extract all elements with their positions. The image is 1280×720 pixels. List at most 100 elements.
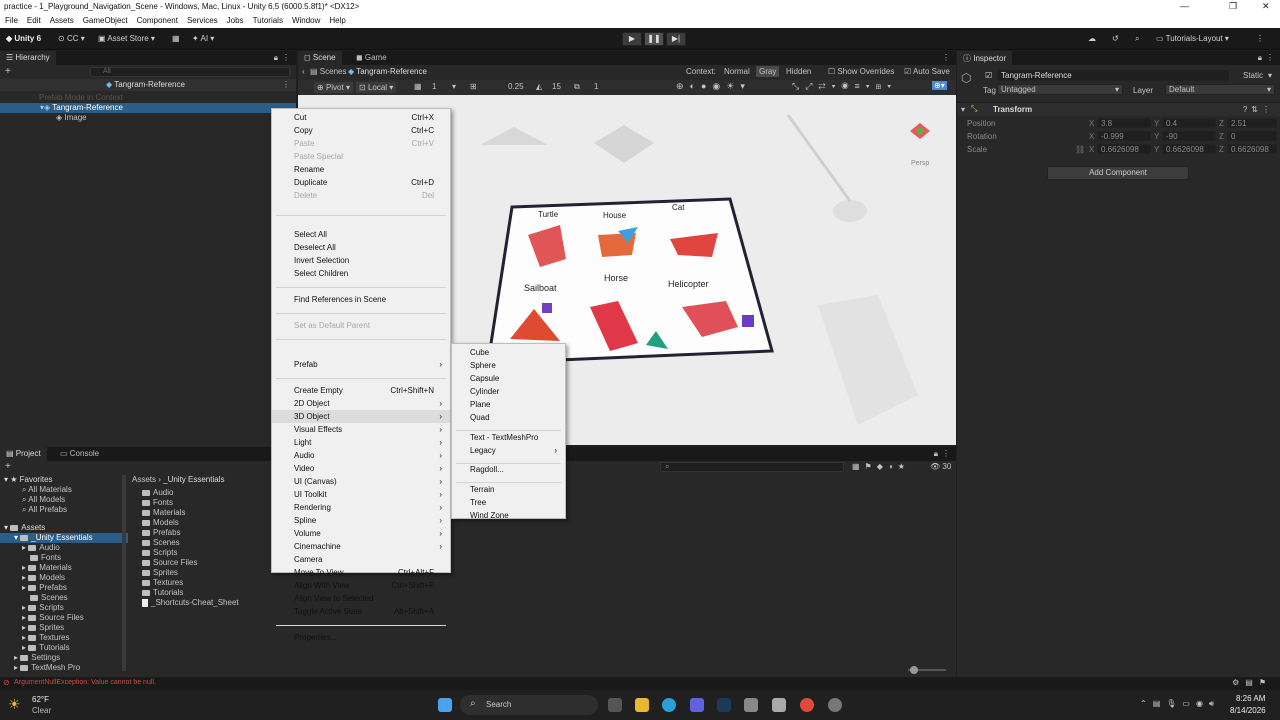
hierarchy-search-input[interactable]: All [90,67,290,77]
scale-y-field[interactable]: 0.6626098 [1162,144,1216,154]
play-button[interactable]: ▶ [622,32,642,46]
file-sprites[interactable]: Sprites [142,568,178,578]
maximize-button[interactable]: ❐ [1229,1,1237,12]
scale-x-field[interactable]: 0.6626098 [1097,144,1151,154]
menu-item-duplicate[interactable]: Duplicate Ctrl+D [272,176,450,189]
static-label[interactable]: Static [1243,71,1263,80]
edge-icon[interactable] [662,698,676,712]
link-icon[interactable]: ⛓ [1075,145,1085,154]
rotation-z-field[interactable]: 0 [1227,131,1277,141]
step-button[interactable]: ▶| [666,32,686,46]
tree-scrollbar[interactable] [122,475,126,671]
menu-item-2d-object[interactable]: 2D Object › [272,397,450,410]
breadcrumb-prefab[interactable]: ◆ Tangram-Reference [348,67,427,76]
tree-tutorials[interactable]: ▸ Tutorials [22,643,70,653]
panel-menu-icon[interactable]: ⋮ [282,53,290,62]
file-audio[interactable]: Audio [142,488,173,498]
assets-root[interactable]: ▾ Assets [4,523,45,533]
menu-item-create-empty[interactable]: Create Empty Ctrl+Shift+N [272,384,450,397]
menu-item-audio[interactable]: Audio › [272,449,450,462]
component-menu-icons[interactable]: ?⇅⋮ [1243,105,1274,114]
submenu-item-legacy[interactable]: Legacy › [452,444,565,457]
tree-unity-essentials[interactable]: ▾ _Unity Essentials [0,533,128,543]
minimize-button[interactable]: — [1180,1,1189,11]
menu-item-deselect-all[interactable]: Deselect All [272,241,450,254]
submenu-item-capsule[interactable]: Capsule [452,372,565,385]
menu-item-spline[interactable]: Spline › [272,514,450,527]
menu-edit[interactable]: Edit [22,14,45,25]
auto-save-toggle[interactable]: ☑ Auto Save [904,67,950,76]
menu-item-rename[interactable]: Rename [272,163,450,176]
menu-item-copy[interactable]: Copy Ctrl+C [272,124,450,137]
menu-item-find-references-in-scene[interactable]: Find References in Scene [272,293,450,306]
menu-item-align-with-view[interactable]: Align With View Ctrl+Shift+F [272,579,450,592]
unity-editor-icon[interactable] [772,698,786,712]
explorer-icon[interactable] [635,698,649,712]
file-scripts[interactable]: Scripts [142,548,177,558]
start-icon[interactable] [438,698,452,712]
breadcrumb-assets[interactable]: Assets [132,475,156,484]
panel-menu-icon[interactable]: ⋮ [1266,53,1274,62]
foldout-icon[interactable]: ▾ [961,105,965,114]
menu-item-toggle-active-state[interactable]: Toggle Active State Alt+Shift+A [272,605,450,618]
tree-source-files[interactable]: ▸ Source Files [22,613,84,623]
submenu-item-cube[interactable]: Cube [452,346,565,359]
context-normal[interactable]: Normal [724,67,750,76]
tree-scripts[interactable]: ▸ Scripts [22,603,64,613]
tree-audio[interactable]: ▸ Audio [22,543,60,553]
menu-item-move-to-view[interactable]: Move To View Ctrl+Alt+F [272,566,450,579]
angle-value[interactable]: 15 [552,82,561,91]
tree-scenes[interactable]: Scenes [30,593,68,603]
file-fonts[interactable]: Fonts [142,498,173,508]
position-x-field[interactable]: 3.8 [1097,118,1151,128]
file-models[interactable]: Models [142,518,179,528]
menu-services[interactable]: Services [182,14,222,25]
menu-item-light[interactable]: Light › [272,436,450,449]
taskbar-search[interactable]: ⌕ Search [460,695,598,715]
pivot-dropdown[interactable]: ⊕ Pivot ▾ [314,82,353,93]
cloud-icon[interactable]: ☁ [1088,32,1096,46]
file-tutorials[interactable]: Tutorials [142,588,183,598]
zoom-slider[interactable] [908,666,946,674]
asset-store-button[interactable]: ▣ Asset Store ▾ [98,32,155,46]
unity-hub-icon[interactable] [744,698,758,712]
back-icon[interactable]: ‹ [302,67,305,76]
menu-help[interactable]: Help [324,14,349,25]
search-icon[interactable]: ⌕ [1135,32,1139,46]
object-name-field[interactable]: Tangram-Reference [997,70,1229,81]
tree-textures[interactable]: ▸ Textures [22,633,69,643]
menu-item-select-all[interactable]: Select All [272,228,450,241]
transform-header[interactable]: ▾ ⤡ Transform ?⇅⋮ [957,102,1280,116]
menu-item-visual-effects[interactable]: Visual Effects › [272,423,450,436]
menu-item-camera[interactable]: Camera [272,553,450,566]
position-y-field[interactable]: 0.4 [1162,118,1216,128]
submenu-item-sphere[interactable]: Sphere [452,359,565,372]
submenu-item-cylinder[interactable]: Cylinder [452,385,565,398]
project-toolbar-icons[interactable]: ▦⚑◆◑★ [852,462,910,471]
menu-item-video[interactable]: Video › [272,462,450,475]
submenu-item-ragdoll[interactable]: Ragdoll... [452,463,565,476]
menu-item-volume[interactable]: Volume › [272,527,450,540]
clock-date[interactable]: 8/14/2026 [1230,706,1266,715]
taskview-icon[interactable] [608,698,622,712]
position-z-field[interactable]: 2.51 [1227,118,1277,128]
file-cheat-sheet[interactable]: _Shortcuts-Cheat_Sheet [142,598,239,608]
close-button[interactable]: ✕ [1262,1,1270,12]
favorites-header[interactable]: ▾ ★ Favorites [4,475,53,485]
file-textures[interactable]: Textures [142,578,183,588]
lock-icon[interactable]: 🔒︎ [934,449,938,459]
menu-item-invert-selection[interactable]: Invert Selection [272,254,450,267]
angle-snap-icon[interactable]: ◭ [536,82,542,91]
scale-value[interactable]: 1 [594,82,598,91]
submenu-item-plane[interactable]: Plane [452,398,565,411]
menu-gameobject[interactable]: GameObject [78,14,132,25]
tree-prefabs[interactable]: ▸ Prefabs [22,583,67,593]
active-checkbox[interactable]: ☑ [985,71,992,80]
menu-tutorials[interactable]: Tutorials [248,14,287,25]
grid-dropdown-icon[interactable]: ▾ [452,82,456,91]
menu-jobs[interactable]: Jobs [222,14,248,25]
unity-account-button[interactable]: ◆ Unity 6 [6,32,41,46]
breadcrumb-scenes[interactable]: ▤ Scenes [310,67,346,76]
tab-scene[interactable]: ◻ Scene [298,51,342,65]
grid-value[interactable]: 1 [432,82,436,91]
